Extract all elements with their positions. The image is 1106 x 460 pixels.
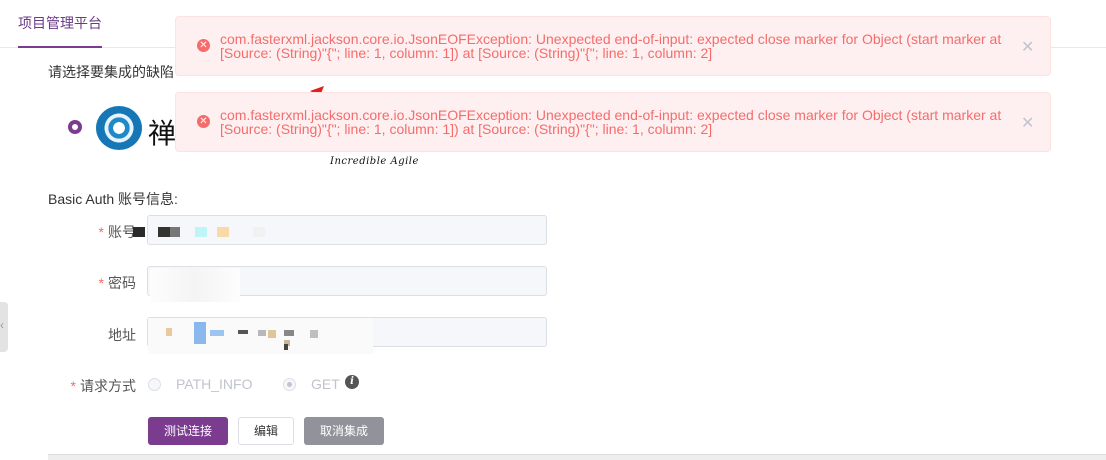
logo-slogan: Incredible Agile xyxy=(330,156,419,167)
radio-get[interactable] xyxy=(283,378,296,391)
request-method-label-text: 请求方式 xyxy=(80,378,136,394)
platform-radio-selected[interactable] xyxy=(68,120,82,134)
error-message: com.fasterxml.jackson.core.io.JsonEOFExc… xyxy=(220,107,1002,137)
address-label-text: 地址 xyxy=(108,327,136,343)
select-prompt: 请选择要集成的缺陷 xyxy=(48,64,174,80)
redacted-account xyxy=(133,225,293,239)
close-icon[interactable]: ✕ xyxy=(1021,113,1034,133)
required-mark: * xyxy=(70,378,76,394)
account-label-text: 账号 xyxy=(108,224,136,240)
cancel-integration-button[interactable]: 取消集成 xyxy=(304,417,384,445)
basic-auth-title: Basic Auth 账号信息: xyxy=(48,191,178,207)
radio-path-info-label[interactable]: PATH_INFO xyxy=(176,376,253,392)
radio-path-info[interactable] xyxy=(148,378,161,391)
account-label: * 账号 xyxy=(70,222,136,242)
password-label-text: 密码 xyxy=(108,275,136,291)
chevron-left-icon: ‹ xyxy=(0,318,4,332)
sidebar-collapse-handle[interactable]: ‹ xyxy=(0,302,8,352)
address-label: 地址 xyxy=(70,325,136,345)
bottom-panel-edge xyxy=(48,454,1106,460)
edit-button[interactable]: 编辑 xyxy=(238,417,294,445)
error-circle-icon: ✕ xyxy=(197,115,210,128)
error-message: com.fasterxml.jackson.core.io.JsonEOFExc… xyxy=(220,31,1002,61)
required-mark: * xyxy=(98,224,104,240)
close-icon[interactable]: ✕ xyxy=(1021,37,1034,57)
error-circle-icon: ✕ xyxy=(197,39,210,52)
request-method-label: * 请求方式 xyxy=(64,376,136,396)
error-notification: ✕ com.fasterxml.jackson.core.io.JsonEOFE… xyxy=(175,16,1051,76)
info-icon[interactable]: i xyxy=(345,375,359,389)
redacted-password xyxy=(150,268,240,302)
tab-project-management[interactable]: 项目管理平台 xyxy=(18,0,102,48)
error-notification: ✕ com.fasterxml.jackson.core.io.JsonEOFE… xyxy=(175,92,1051,152)
redacted-address xyxy=(148,318,373,354)
zentao-logo-text: 禅 xyxy=(148,117,177,150)
radio-get-label[interactable]: GET xyxy=(311,376,340,392)
zentao-logo xyxy=(96,106,142,150)
required-mark: * xyxy=(98,275,104,291)
test-connection-button[interactable]: 测试连接 xyxy=(148,417,228,445)
password-label: * 密码 xyxy=(70,273,136,293)
